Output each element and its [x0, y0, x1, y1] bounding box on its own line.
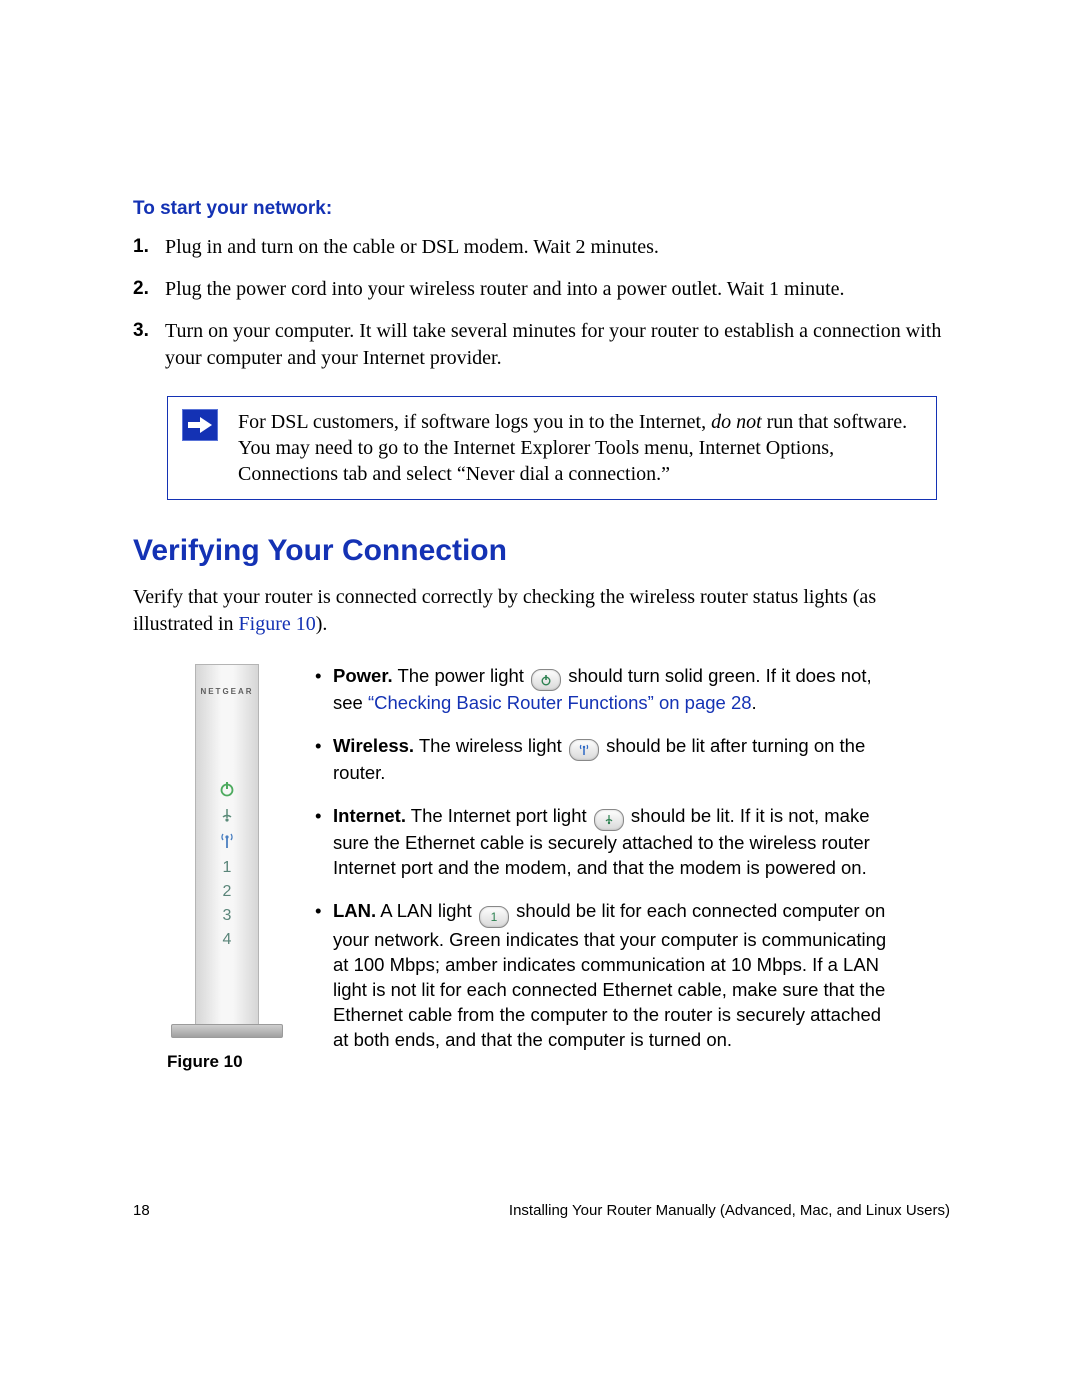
wireless-light-icon: [569, 739, 599, 761]
page-number: 18: [133, 1202, 150, 1219]
bullet-wireless: Wireless. The wireless light should be l…: [315, 734, 895, 786]
step-item: Plug the power cord into your wireless r…: [133, 276, 950, 303]
callout-text: For DSL customers, if software logs you …: [238, 409, 912, 487]
router-figure: NETGEAR 1 2 3 4: [167, 664, 287, 1072]
step-item: Plug in and turn on the cable or DSL mod…: [133, 234, 950, 261]
lan-led-1: 1: [196, 859, 258, 877]
router-illustration: NETGEAR 1 2 3 4: [185, 664, 269, 1038]
bullet-label: Power.: [333, 665, 393, 686]
callout-pre: For DSL customers, if software logs you …: [238, 411, 711, 433]
power-icon: [196, 781, 258, 801]
intro-post: ).: [316, 613, 328, 635]
wireless-icon: [196, 833, 258, 853]
status-light-list: Power. The power light should turn solid…: [315, 664, 895, 1071]
lan-led-4: 4: [196, 931, 258, 949]
lan-light-icon: 1: [479, 906, 509, 928]
router-leds: 1 2 3 4: [196, 775, 258, 955]
dsl-note-callout: For DSL customers, if software logs you …: [167, 396, 937, 500]
bullet-internet: Internet. The Internet port light should…: [315, 804, 895, 881]
internet-light-icon: [594, 809, 624, 831]
section-intro: Verify that your router is connected cor…: [133, 584, 950, 638]
bullet-power: Power. The power light should turn solid…: [315, 664, 895, 716]
router-brand-label: NETGEAR: [196, 687, 258, 696]
lan-led-3: 3: [196, 907, 258, 925]
callout-emphasis: do not: [711, 411, 762, 433]
internet-icon: [196, 807, 258, 827]
start-network-heading: To start your network:: [133, 198, 950, 220]
bullet-label: Wireless.: [333, 735, 414, 756]
bullet-label: LAN.: [333, 900, 376, 921]
document-page: To start your network: Plug in and turn …: [0, 0, 1080, 1397]
chapter-title: Installing Your Router Manually (Advance…: [509, 1202, 950, 1219]
arrow-right-icon: [182, 409, 218, 441]
figure-caption: Figure 10: [167, 1052, 287, 1072]
figure-link[interactable]: Figure 10: [239, 613, 316, 635]
checking-functions-link[interactable]: “Checking Basic Router Functions” on pag…: [368, 692, 752, 713]
page-footer: 18 Installing Your Router Manually (Adva…: [133, 1202, 950, 1219]
section-title: Verifying Your Connection: [133, 534, 950, 568]
power-light-icon: [531, 669, 561, 691]
start-network-steps: Plug in and turn on the cable or DSL mod…: [133, 234, 950, 372]
step-item: Turn on your computer. It will take seve…: [133, 318, 950, 372]
bullet-label: Internet.: [333, 805, 406, 826]
bullet-lan: LAN. A LAN light 1 should be lit for eac…: [315, 899, 895, 1053]
lan-led-2: 2: [196, 883, 258, 901]
verify-block: NETGEAR 1 2 3 4: [167, 664, 950, 1072]
